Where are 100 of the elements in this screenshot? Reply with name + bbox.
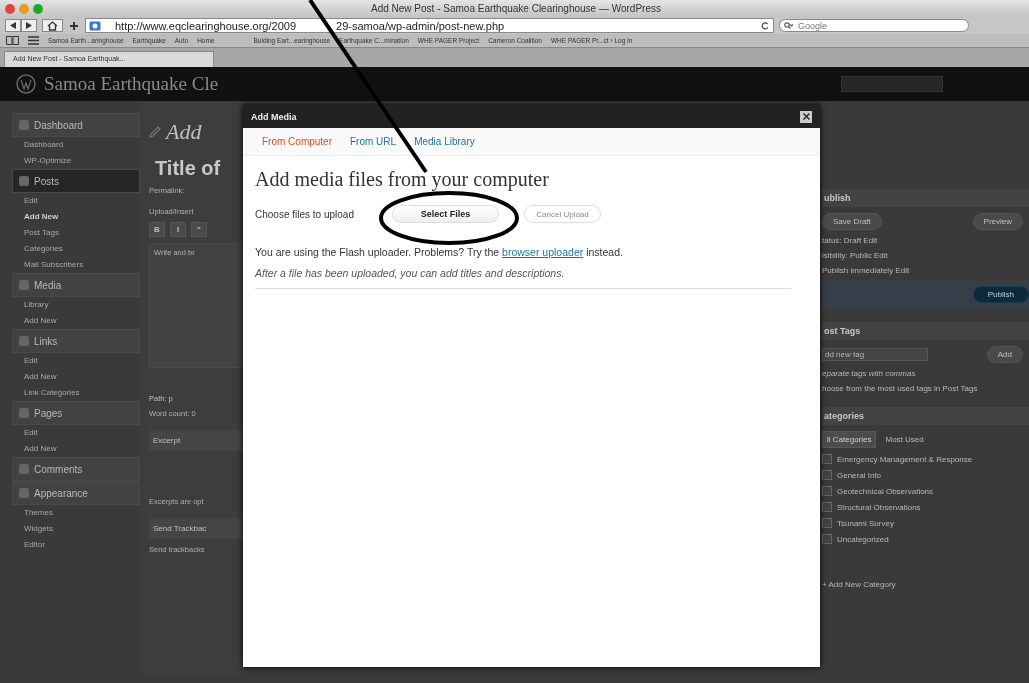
book-icon: [6, 36, 19, 45]
format-button[interactable]: “: [191, 222, 207, 237]
window-title: Add New Post - Samoa Earthquake Clearinghouse — WordPress: [370, 3, 662, 14]
menu-icon: [19, 336, 29, 346]
menu-item[interactable]: Widgets: [12, 521, 140, 537]
media-tab[interactable]: From Computer: [262, 136, 332, 147]
category-label: General Info: [837, 470, 882, 480]
menu-item[interactable]: Themes: [12, 505, 140, 521]
menu-item[interactable]: Add New: [12, 441, 140, 457]
close-button[interactable]: [800, 110, 812, 123]
menu-item[interactable]: Mail Subscribers: [12, 257, 140, 273]
logo-icon: [16, 74, 36, 94]
reload-icon: [761, 21, 769, 30]
menu-section-label[interactable]: Links: [34, 335, 58, 347]
category-checkbox[interactable]: [822, 534, 832, 544]
menu-item[interactable]: Dashboard: [12, 137, 140, 153]
dialog-title: Add Media: [251, 111, 297, 122]
url-text: http://www.eqclearinghouse.org/2009: [115, 19, 296, 32]
menu-section-label[interactable]: Media: [34, 279, 62, 291]
uploader-note: You are using the Flash uploader. Problems? Try the browser uploader instead.: [255, 246, 624, 258]
menu-section-label[interactable]: Appearance: [34, 487, 88, 499]
minimize-button[interactable]: [19, 3, 29, 14]
page-heading: Add: [166, 119, 202, 145]
menu-item[interactable]: Categories: [12, 241, 140, 257]
menu-section[interactable]: Links: [12, 329, 140, 353]
publish-status: isibility: Public Edit: [822, 251, 889, 260]
close-icon: [802, 113, 810, 120]
category-label: Emergency Management & Response: [837, 454, 973, 464]
menu-item[interactable]: Add New: [12, 313, 140, 329]
browser-uploader-link[interactable]: browser uploader: [502, 246, 584, 258]
publish-button[interactable]: Publish: [972, 286, 1029, 303]
pencil-icon: [149, 126, 161, 138]
add-bookmark-button[interactable]: [68, 21, 80, 30]
menu-item[interactable]: Library: [12, 297, 140, 313]
menu-section-label[interactable]: Pages: [34, 407, 63, 419]
add-tag-button[interactable]: Add: [986, 346, 1023, 363]
excerpt-heading: Excerpt: [149, 430, 243, 451]
tag-field[interactable]: dd new tag: [822, 348, 928, 361]
search-field[interactable]: Google: [779, 19, 969, 32]
format-button[interactable]: B: [149, 222, 165, 237]
menu-icon: [19, 120, 29, 130]
menu-section[interactable]: Dashboard: [12, 113, 140, 137]
publish-status: Publish immediately Edit: [822, 266, 911, 275]
categories-heading: ategories: [822, 407, 1029, 425]
menu-icon: [19, 408, 29, 418]
publish-heading: ublish: [822, 189, 1029, 207]
title-field[interactable]: Title of: [149, 151, 243, 180]
tags-hint: eparate tags with commas: [822, 369, 917, 378]
format-button[interactable]: I: [170, 222, 186, 237]
menu-item[interactable]: Edit: [12, 193, 140, 209]
menu-item[interactable]: Post Tags: [12, 225, 140, 241]
menu-section-label[interactable]: Comments: [34, 463, 83, 475]
menu-section-label[interactable]: Posts: [34, 175, 59, 187]
menu-item[interactable]: Edit: [12, 425, 140, 441]
category-checkbox[interactable]: [822, 454, 832, 464]
category-label: Geotechnical Observations: [837, 486, 934, 496]
url-text: 29-samoa/wp-admin/post-new.php: [336, 19, 506, 32]
menu-icon: [19, 176, 29, 186]
search-icon: [784, 22, 793, 30]
most-used-tags-link[interactable]: hoose from the most used tags in Post Tags: [822, 384, 1029, 393]
menu-icon: [19, 464, 29, 474]
menu-section[interactable]: Posts: [12, 169, 140, 193]
media-tab[interactable]: Media Library: [414, 136, 475, 147]
menu-item[interactable]: WP-Optimize: [12, 153, 140, 169]
category-checkbox[interactable]: [822, 470, 832, 480]
menu-section[interactable]: Media: [12, 273, 140, 297]
forward-button[interactable]: [21, 19, 37, 32]
home-button[interactable]: [42, 19, 63, 32]
category-checkbox[interactable]: [822, 502, 832, 512]
menu-item[interactable]: Editor: [12, 537, 140, 553]
category-tab[interactable]: Most Used: [880, 431, 929, 448]
zoom-button[interactable]: [33, 3, 43, 14]
category-checkbox[interactable]: [822, 518, 832, 528]
category-tab[interactable]: ll Categories: [822, 431, 877, 448]
menu-icon: [19, 488, 29, 498]
address-field[interactable]: http://www.eqclearinghouse.org/2009 29-samoa/wp-admin/post-new.php: [85, 18, 774, 33]
upload-hint: After a file has been uploaded, you can add titles and descriptions.: [255, 267, 566, 279]
upload-label: Choose files to upload: [255, 208, 355, 220]
save-draft-button[interactable]: Save Draft: [822, 213, 882, 230]
menu-section-label[interactable]: Dashboard: [34, 119, 83, 131]
menu-item[interactable]: Add New: [12, 209, 140, 225]
plus-icon: [70, 21, 78, 30]
tags-heading: ost Tags: [822, 322, 1029, 340]
preview-button[interactable]: Preview: [972, 213, 1023, 230]
menu-item[interactable]: Link Categories: [12, 385, 140, 401]
select-files-button[interactable]: Select Files: [392, 205, 499, 223]
menu-item[interactable]: Edit: [12, 353, 140, 369]
media-tab[interactable]: From URL: [350, 136, 397, 147]
search-field[interactable]: [841, 76, 943, 92]
menu-section[interactable]: Appearance: [12, 481, 140, 505]
category-checkbox[interactable]: [822, 486, 832, 496]
menu-section[interactable]: Pages: [12, 401, 140, 425]
menu-item[interactable]: Add New: [12, 369, 140, 385]
dialog-heading: Add media files from your computer: [255, 168, 550, 191]
menu-icon: [19, 280, 29, 290]
add-category-link[interactable]: + Add New Category: [822, 580, 1029, 589]
left-triangle-icon: [10, 22, 16, 29]
menu-section[interactable]: Comments: [12, 457, 140, 481]
back-button[interactable]: [5, 19, 21, 32]
home-icon: [47, 20, 58, 31]
